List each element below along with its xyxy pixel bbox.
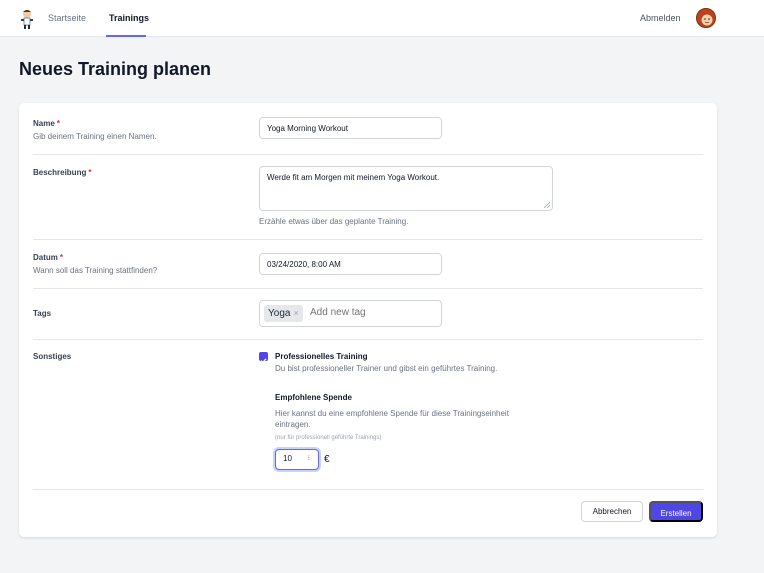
top-navbar: Startseite Trainings Abmelden xyxy=(0,0,764,37)
divider xyxy=(33,239,703,240)
currency-symbol: € xyxy=(324,454,330,465)
professional-label[interactable]: Professionelles Training xyxy=(275,352,367,361)
tags-label: Tags xyxy=(33,309,52,318)
active-tab-indicator xyxy=(106,35,146,37)
divider xyxy=(33,489,703,490)
donation-number-input[interactable]: 10 ⁝ xyxy=(275,449,319,470)
name-required-mark: * xyxy=(56,119,60,128)
date-required-mark: * xyxy=(59,253,64,262)
resize-grip-icon[interactable] xyxy=(543,201,550,208)
page-title: Neues Training planen xyxy=(19,59,212,79)
description-textarea[interactable]: Werde fit am Morgen mit meinem Yoga Work… xyxy=(259,166,553,211)
cancel-button[interactable]: Abbrechen xyxy=(581,501,643,522)
donation-note: (nur für professionell geführte Training… xyxy=(275,435,382,441)
description-help: Erzähle etwas über das geplante Training… xyxy=(259,217,409,226)
professional-checkbox[interactable] xyxy=(259,352,268,364)
number-spinner-icon[interactable]: ⁝ xyxy=(308,454,310,462)
logout-link[interactable]: Abmelden xyxy=(640,13,681,23)
avatar-face-icon xyxy=(697,9,715,27)
user-avatar[interactable] xyxy=(696,8,716,28)
tags-input-box[interactable]: Yoga × xyxy=(259,300,442,327)
donation-title: Empfohlene Spende xyxy=(275,393,352,402)
description-label: Beschreibung * xyxy=(33,168,91,177)
description-label-text: Beschreibung xyxy=(33,168,87,177)
trainer-logo-icon[interactable] xyxy=(18,8,36,30)
name-hint: Gib deinem Training einen Namen. xyxy=(33,132,157,141)
name-label: Name * xyxy=(33,119,60,128)
name-label-text: Name xyxy=(33,119,55,128)
create-button[interactable]: Erstellen xyxy=(649,501,703,522)
donation-value: 10 xyxy=(283,454,292,463)
date-label-text: Datum xyxy=(33,253,58,262)
other-label: Sonstiges xyxy=(33,352,72,361)
description-required-mark: * xyxy=(88,168,92,177)
training-form-card: Name* Gib deinem Training einen Namen. B… xyxy=(19,103,717,537)
date-input[interactable] xyxy=(259,253,442,275)
professional-help: Du bist professioneller Trainer und gibs… xyxy=(275,364,498,373)
new-tag-input[interactable] xyxy=(310,307,430,318)
divider xyxy=(33,288,703,289)
tag-remove-icon[interactable]: × xyxy=(293,308,298,318)
nav-trainings-link[interactable]: Trainings xyxy=(109,13,149,23)
date-hint: Wann soll das Training stattfinden? xyxy=(33,266,158,275)
tag-chip: Yoga × xyxy=(264,305,303,322)
name-input[interactable] xyxy=(259,117,442,139)
nav-home-link[interactable]: Startseite xyxy=(48,13,86,23)
divider xyxy=(33,339,703,340)
tag-chip-label: Yoga xyxy=(268,308,291,319)
date-label: Datum * xyxy=(33,253,63,262)
divider xyxy=(33,154,703,155)
donation-description: Hier kannst du eine empfohlene Spende fü… xyxy=(275,409,509,429)
checkmark-icon xyxy=(260,358,267,364)
